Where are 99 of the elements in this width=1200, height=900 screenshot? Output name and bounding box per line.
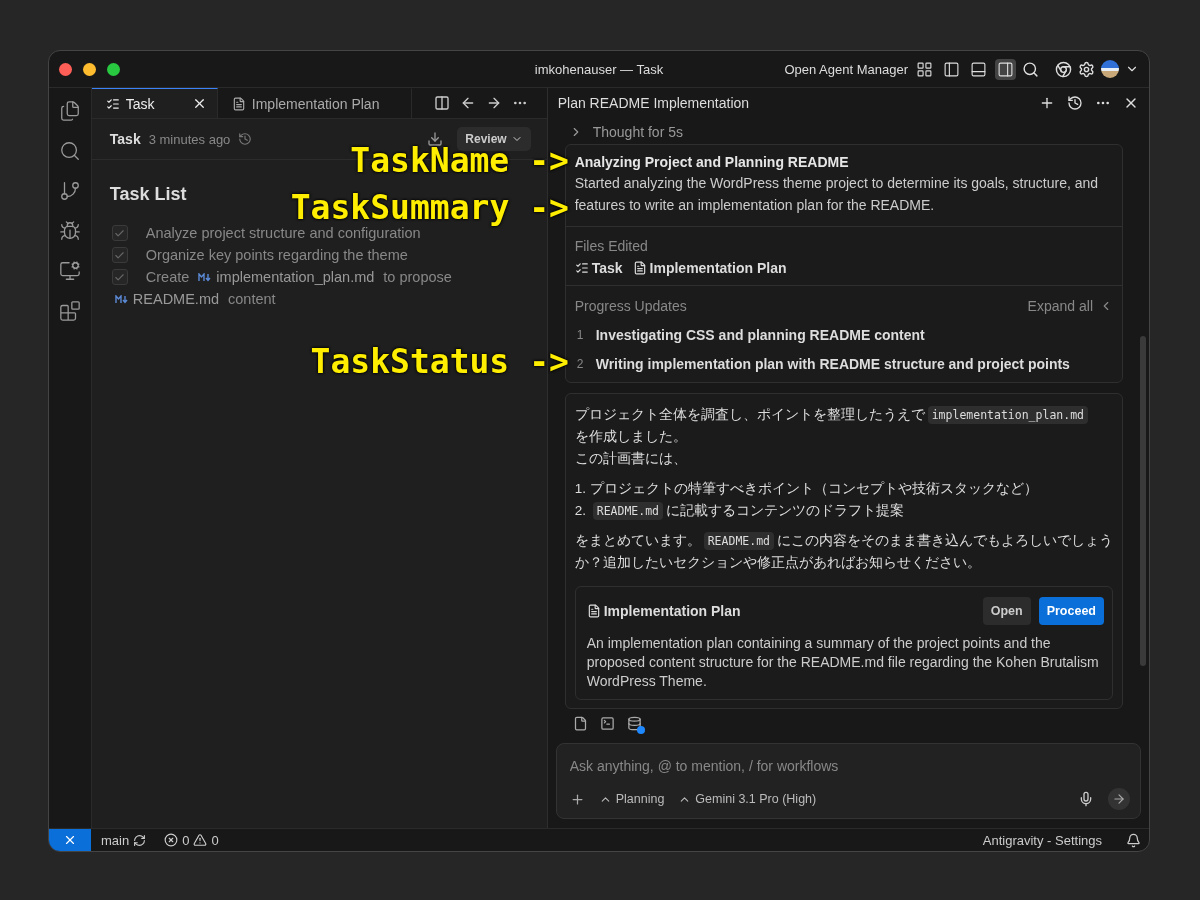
file-icon[interactable] bbox=[572, 716, 588, 731]
avatar[interactable] bbox=[1101, 60, 1119, 78]
remote-button[interactable] bbox=[49, 829, 91, 851]
branch-button[interactable]: main bbox=[101, 832, 147, 848]
checkbox[interactable] bbox=[111, 225, 128, 241]
error-count: 0 bbox=[182, 832, 190, 848]
minimize-window-button[interactable] bbox=[83, 62, 96, 76]
document-icon bbox=[586, 604, 601, 618]
inline-code: README.md bbox=[592, 502, 664, 520]
task-name: Analyzing Project and Planning README bbox=[574, 154, 850, 170]
annotation-arrow: -> bbox=[529, 143, 569, 179]
check-icon bbox=[114, 227, 126, 239]
window-title: imkohenauser — Task bbox=[534, 61, 664, 77]
database-icon[interactable] bbox=[626, 716, 642, 731]
notification-icon[interactable] bbox=[1126, 832, 1141, 848]
checkbox[interactable] bbox=[111, 269, 128, 285]
annotation-label: TaskStatus bbox=[310, 344, 510, 380]
inline-code: README.md bbox=[703, 532, 774, 550]
message-text: か？追加したいセクションや修正点があればお知らせください。 bbox=[574, 555, 981, 570]
split-editor-icon[interactable] bbox=[433, 95, 450, 111]
checklist-icon bbox=[574, 261, 589, 275]
terminal-icon[interactable] bbox=[599, 716, 615, 731]
thought-toggle[interactable]: Thought for 5s bbox=[564, 120, 1123, 144]
progress-update: Writing implementation plan with README structure and project points bbox=[595, 356, 1070, 372]
checkbox[interactable] bbox=[111, 247, 128, 263]
run-debug-icon[interactable] bbox=[58, 220, 81, 242]
document-icon bbox=[231, 96, 246, 111]
search-icon[interactable] bbox=[58, 140, 81, 162]
search-icon[interactable] bbox=[1022, 60, 1039, 78]
annotation-label: TaskSummary bbox=[290, 190, 510, 226]
step-number: 1 bbox=[575, 328, 585, 342]
open-button[interactable]: Open bbox=[982, 597, 1031, 625]
step-number: 2 bbox=[575, 357, 585, 371]
agent-manager-link[interactable]: Open Agent Manager bbox=[784, 61, 908, 77]
message-text: に記載するコンテンツのドラフト提案 bbox=[666, 503, 905, 518]
checklist-icon bbox=[105, 96, 120, 111]
message-text: プロジェクトの特筆すべきポイント（コンセプトや技術スタックなど） bbox=[589, 481, 1038, 496]
message-text: この計画書には、 bbox=[574, 451, 687, 466]
annotation-arrow: -> bbox=[529, 344, 569, 380]
markdown-icon bbox=[198, 272, 213, 282]
sync-icon bbox=[133, 833, 147, 847]
markdown-icon bbox=[114, 294, 129, 304]
add-icon[interactable] bbox=[569, 791, 585, 807]
explorer-icon[interactable] bbox=[58, 100, 81, 122]
artifact-title: Implementation Plan bbox=[586, 600, 741, 622]
artifact-description: An implementation plan containing a summary of the project points and the proposed content structure for the README.md file regarding the Kohen Brutalism WordPress Theme. bbox=[586, 634, 1100, 691]
task-item-text: Analyze project structure and configuration bbox=[145, 225, 421, 241]
remote-monitor-icon[interactable] bbox=[58, 260, 81, 282]
file-link[interactable]: Task bbox=[574, 260, 623, 276]
extensions-icon[interactable] bbox=[58, 300, 81, 322]
close-window-button[interactable] bbox=[59, 62, 72, 76]
new-chat-icon[interactable] bbox=[1039, 95, 1055, 111]
chat-input[interactable]: Ask anything, @ to mention, / for workflows Planning Gemini 3.1 Pro (High) bbox=[555, 743, 1141, 819]
warning-icon bbox=[193, 833, 208, 847]
microphone-icon[interactable] bbox=[1078, 791, 1094, 807]
message-text: を作成しました。 bbox=[574, 429, 687, 444]
proceed-button[interactable]: Proceed bbox=[1038, 597, 1104, 625]
task-list-heading: Task List bbox=[109, 184, 188, 205]
file-link[interactable]: Implementation Plan bbox=[632, 260, 787, 276]
task-summary: Started analyzing the WordPress theme project to determine its goals, structure, and features to write an implementation plan for the README. bbox=[574, 174, 1100, 215]
message-text: にこの内容をそのまま書き込んでもよろしいでしょう bbox=[777, 533, 1113, 548]
editor-tab[interactable]: Task bbox=[91, 88, 218, 118]
progress-update: Investigating CSS and planning README content bbox=[595, 327, 925, 343]
task-item-text: to propose bbox=[383, 269, 452, 285]
timestamp: 3 minutes ago bbox=[148, 131, 231, 147]
panel-title: Plan README Implementation bbox=[557, 95, 750, 111]
file-link[interactable]: implementation_plan.md bbox=[216, 269, 375, 285]
panel-right-icon[interactable] bbox=[995, 58, 1016, 80]
scrollbar[interactable] bbox=[1140, 336, 1146, 666]
file-link[interactable]: README.md bbox=[132, 291, 220, 307]
review-button[interactable]: Review bbox=[457, 127, 531, 151]
settings-icon[interactable] bbox=[1078, 60, 1095, 78]
model-selector[interactable]: Gemini 3.1 Pro (High) bbox=[678, 792, 817, 806]
task-item-text: Create bbox=[145, 269, 190, 285]
browser-icon[interactable] bbox=[1055, 60, 1072, 78]
send-button[interactable] bbox=[1108, 788, 1130, 810]
document-icon bbox=[632, 261, 647, 275]
document-title: Task bbox=[109, 131, 141, 147]
source-control-icon[interactable] bbox=[58, 180, 81, 202]
message-text: プロジェクト全体を調査し、ポイントを整理したうえで bbox=[574, 407, 925, 422]
task-item-text: Organize key points regarding the theme bbox=[145, 247, 408, 263]
annotation-arrow: -> bbox=[529, 190, 569, 226]
mode-selector[interactable]: Planning bbox=[598, 792, 665, 806]
list-number: 1. bbox=[574, 481, 587, 496]
error-icon bbox=[164, 833, 179, 847]
warning-count: 0 bbox=[211, 832, 219, 848]
section-label: Progress Updates bbox=[574, 298, 687, 314]
task-item-text: content bbox=[228, 291, 276, 307]
check-icon bbox=[114, 271, 126, 283]
check-icon bbox=[114, 249, 126, 261]
maximize-window-button[interactable] bbox=[107, 62, 120, 76]
settings-link[interactable]: Antigravity - Settings bbox=[982, 832, 1102, 848]
section-label: Files Edited bbox=[574, 238, 648, 254]
cross-icon bbox=[63, 833, 77, 847]
download-icon[interactable] bbox=[427, 131, 444, 147]
inline-code: implementation_plan.md bbox=[927, 406, 1088, 424]
list-number: 2. bbox=[574, 503, 587, 518]
expand-all-link[interactable]: Expand all bbox=[1027, 298, 1113, 314]
message-text: をまとめています。 bbox=[574, 533, 701, 548]
